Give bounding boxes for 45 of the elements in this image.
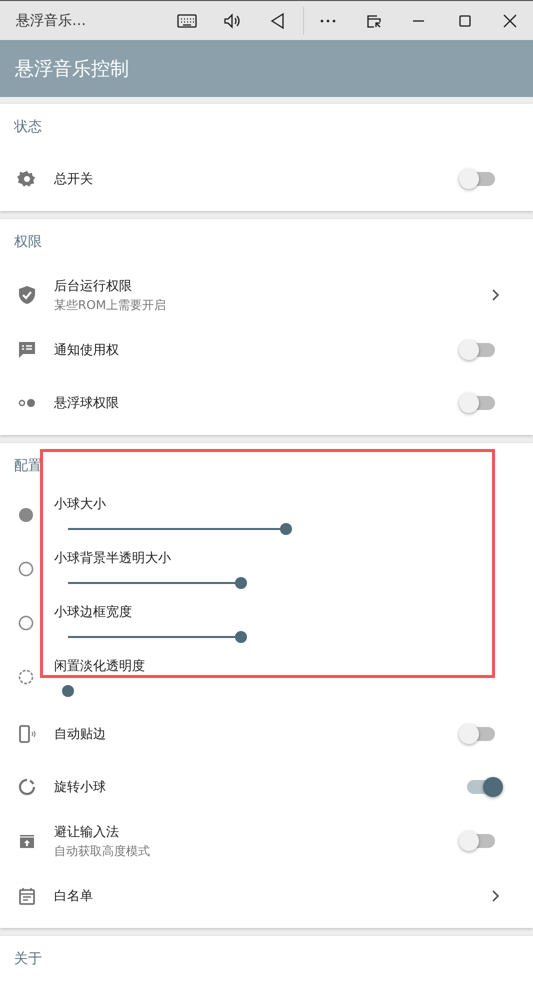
chevron-right-icon (491, 288, 501, 302)
setting-label: 自动贴边 (54, 726, 107, 742)
keyboard-icon[interactable] (176, 12, 197, 30)
circle-icon (16, 505, 36, 525)
settings-row[interactable]: 自动贴边 (0, 707, 533, 760)
settings-row[interactable]: 通知使用权 (0, 323, 533, 376)
section-header: 关于 (13, 950, 43, 969)
setting-label: 小球大小 (54, 496, 107, 513)
window-title: 悬浮音乐… (15, 12, 87, 30)
setting-subtitle: 自动获取高度模式 (54, 842, 151, 860)
section-header: 状态 (13, 118, 43, 137)
settings-row[interactable]: 避让输入法 自动获取高度模式 (0, 813, 533, 869)
speaker-icon[interactable] (222, 12, 242, 30)
setting-label: 旋转小球 (54, 778, 107, 796)
setting-label: 通知使用权 (54, 342, 120, 358)
setting-label: 悬浮球权限 (54, 394, 120, 412)
slider-thumb[interactable] (235, 631, 248, 643)
settings-row[interactable]: 悬浮球权限 (0, 376, 533, 429)
setting-label: 闲置淡化透明度 (54, 658, 146, 675)
setting-subtitle: 某些ROM上需要开启 (54, 296, 168, 314)
settings-row[interactable]: 白名单 (0, 869, 533, 922)
settings-row[interactable]: 总开关 (0, 152, 533, 205)
settings-row[interactable]: 旋转小球 (0, 760, 533, 813)
setting-label: 白名单 (54, 888, 94, 904)
slider-thumb[interactable] (235, 577, 248, 589)
gear-icon (17, 168, 37, 188)
setting-label: 小球边框宽度 (54, 604, 133, 621)
spinner-icon (17, 776, 37, 796)
message-icon (17, 340, 37, 360)
ring-icon (16, 613, 36, 633)
settings-row[interactable]: 后台运行权限 某些ROM上需要开启 (0, 267, 533, 323)
slider-thumb[interactable] (62, 685, 74, 697)
calendar-icon (17, 886, 37, 906)
setting-label: 总开关 (54, 170, 94, 188)
setting-label: 后台运行权限 (54, 278, 133, 294)
chevron-right-icon (491, 888, 501, 902)
app-title: 悬浮音乐控制 (15, 56, 129, 82)
ring-icon (16, 559, 36, 579)
slider-thumb[interactable] (280, 523, 292, 535)
dashed-ring-icon (16, 667, 36, 687)
phone-edge-icon (17, 724, 37, 744)
setting-label: 小球背景半透明大小 (54, 550, 172, 567)
section-header: 权限 (13, 233, 43, 252)
setting-label: 避让输入法 (54, 824, 120, 840)
shield-check-icon (17, 285, 37, 305)
